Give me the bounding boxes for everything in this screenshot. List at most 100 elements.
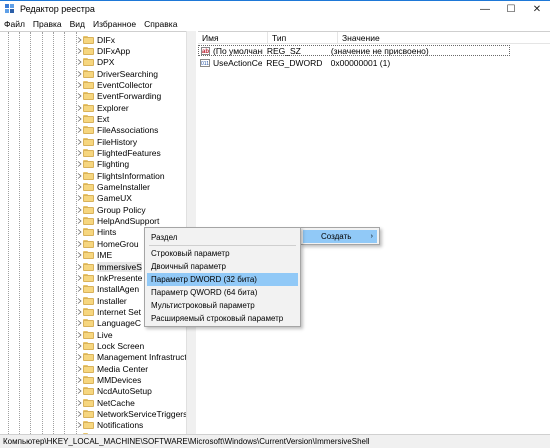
folder-icon: [83, 69, 94, 78]
tree-item[interactable]: Hints: [76, 227, 116, 238]
folder-icon: [83, 262, 94, 271]
tree-item[interactable]: HelpAndSupport: [76, 216, 159, 227]
close-icon: ✕: [532, 3, 542, 15]
tree-item[interactable]: FileHistory: [76, 136, 137, 147]
tree-item[interactable]: Management Infrastructure: [76, 352, 195, 363]
tree-item[interactable]: MMDevices: [76, 375, 141, 386]
tree-item[interactable]: DIFx: [76, 34, 115, 45]
tree-item[interactable]: GameInstaller: [76, 182, 150, 193]
expand-chevron-icon[interactable]: [76, 286, 82, 292]
tree-item[interactable]: DIFxApp: [76, 45, 130, 56]
registry-editor-icon: [5, 4, 15, 14]
maximize-button[interactable]: ☐: [498, 1, 524, 17]
tree-item[interactable]: Flighting: [76, 159, 129, 170]
expand-chevron-icon[interactable]: [76, 275, 82, 281]
expand-chevron-icon[interactable]: [76, 184, 82, 190]
tree-item[interactable]: DriverSearching: [76, 68, 158, 79]
menu-view[interactable]: Вид: [66, 19, 89, 29]
expand-chevron-icon[interactable]: [76, 172, 82, 179]
expand-chevron-icon[interactable]: [76, 240, 82, 247]
tree-item[interactable]: HomeGrou: [76, 238, 139, 249]
expand-chevron-icon[interactable]: [76, 343, 82, 349]
tree-item[interactable]: InstallAgen: [76, 284, 139, 295]
expand-chevron-icon[interactable]: [76, 116, 82, 122]
expand-chevron-icon[interactable]: [76, 104, 82, 111]
expand-chevron-icon[interactable]: [76, 36, 82, 43]
expand-chevron-icon[interactable]: [76, 263, 82, 270]
tree-item[interactable]: NcdAutoSetup: [76, 386, 152, 397]
submenu-item[interactable]: Двоичный параметр: [147, 260, 298, 273]
expand-chevron-icon[interactable]: [76, 252, 82, 258]
expand-chevron-icon[interactable]: [76, 218, 82, 224]
expand-chevron-icon[interactable]: [76, 82, 82, 88]
expand-chevron-icon[interactable]: [76, 320, 82, 327]
tree-item[interactable]: Group Policy: [76, 204, 146, 215]
tree-item[interactable]: FlightedFeatures: [76, 148, 161, 159]
submenu-item[interactable]: Расширяемый строковый параметр: [147, 312, 298, 325]
menu-edit[interactable]: Правка: [29, 19, 66, 29]
tree-item[interactable]: EventForwarding: [76, 91, 161, 102]
expand-chevron-icon[interactable]: [76, 388, 82, 395]
tree-item[interactable]: EventCollector: [76, 79, 152, 90]
tree-item[interactable]: NetworkServiceTriggers: [76, 409, 187, 420]
submenu-item[interactable]: Строковый параметр: [147, 247, 298, 260]
tree-item[interactable]: Explorer: [76, 102, 129, 113]
column-name[interactable]: Имя: [198, 32, 268, 43]
value-type: REG_DWORD: [266, 57, 323, 68]
column-type[interactable]: Тип: [268, 32, 338, 43]
expand-chevron-icon[interactable]: [76, 422, 82, 429]
expand-chevron-icon[interactable]: [76, 297, 82, 304]
expand-chevron-icon[interactable]: [76, 127, 82, 134]
tree-item[interactable]: LanguageC: [76, 318, 141, 329]
expand-chevron-icon[interactable]: [76, 206, 82, 213]
tree-item[interactable]: InkPresente: [76, 272, 142, 283]
tree-item[interactable]: DPX: [76, 57, 114, 68]
tree-item[interactable]: Ext: [76, 113, 109, 124]
tree-item[interactable]: IME: [76, 250, 112, 261]
expand-chevron-icon[interactable]: [76, 377, 82, 383]
tree-item[interactable]: Lock Screen: [76, 340, 144, 351]
tree-item[interactable]: Internet Set: [76, 306, 141, 317]
tree-item[interactable]: Notifications: [76, 420, 143, 431]
value-row[interactable]: 011UseActionCente... REG_DWORD 0x0000000…: [198, 57, 510, 68]
expand-chevron-icon[interactable]: [76, 48, 82, 54]
minimize-button[interactable]: —: [472, 1, 498, 17]
menu-favorites[interactable]: Избранное: [89, 19, 140, 29]
close-button[interactable]: ✕: [524, 1, 550, 17]
submenu-item[interactable]: Параметр QWORD (64 бита): [147, 286, 298, 299]
expand-chevron-icon[interactable]: [76, 70, 82, 77]
expand-chevron-icon[interactable]: [76, 138, 82, 145]
submenu-arrow-icon: ›: [370, 233, 373, 240]
folder-icon: [83, 35, 94, 44]
expand-chevron-icon[interactable]: [76, 93, 82, 100]
menu-help[interactable]: Справка: [140, 19, 181, 29]
tree-item[interactable]: NetCache: [76, 397, 135, 408]
tree-item[interactable]: FlightsInformation: [76, 170, 165, 181]
menu-file[interactable]: Файл: [0, 19, 29, 29]
submenu-item[interactable]: Параметр DWORD (32 бита): [147, 273, 298, 286]
column-value[interactable]: Значение: [338, 32, 550, 43]
expand-chevron-icon[interactable]: [76, 59, 82, 65]
value-row[interactable]: ab(По умолчанию) REG_SZ (значение не при…: [198, 45, 510, 56]
tree-item[interactable]: Installer: [76, 295, 127, 306]
expand-chevron-icon[interactable]: [76, 354, 82, 361]
expand-chevron-icon[interactable]: [76, 229, 82, 236]
tree-item-label: Lock Screen: [97, 340, 145, 351]
tree-item[interactable]: Media Center: [76, 363, 148, 374]
tree-item-label: NetCache: [97, 397, 135, 408]
expand-chevron-icon[interactable]: [76, 150, 82, 156]
submenu-item[interactable]: Мультистроковый параметр: [147, 299, 298, 312]
menu-item-create[interactable]: Создать ›: [303, 230, 377, 243]
tree-item[interactable]: ImmersiveS: [76, 261, 142, 272]
expand-chevron-icon[interactable]: [76, 399, 82, 406]
tree-item[interactable]: GameUX: [76, 193, 132, 204]
expand-chevron-icon[interactable]: [76, 195, 82, 202]
expand-chevron-icon[interactable]: [76, 161, 82, 168]
tree-item[interactable]: Live: [76, 329, 113, 340]
expand-chevron-icon[interactable]: [76, 365, 82, 372]
expand-chevron-icon[interactable]: [76, 309, 82, 315]
submenu-item[interactable]: Раздел: [147, 231, 298, 244]
expand-chevron-icon[interactable]: [76, 411, 82, 417]
tree-item[interactable]: FileAssociations: [76, 125, 158, 136]
expand-chevron-icon[interactable]: [76, 331, 82, 338]
